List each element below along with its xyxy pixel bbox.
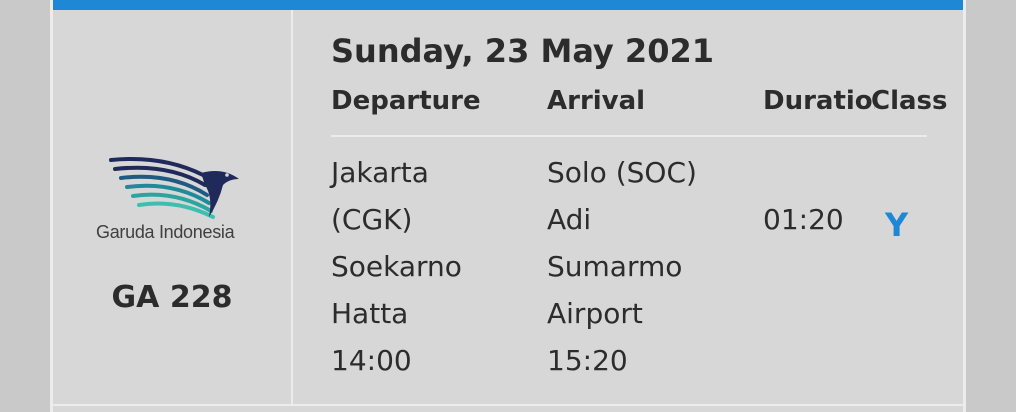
airline-column: Garuda Indonesia GA 228 [53, 10, 293, 404]
arrival-airport-line-3: Airport [547, 297, 643, 330]
departure-city: Jakarta [331, 156, 429, 189]
header-departure: Departure [331, 86, 481, 116]
departure-code: (CGK) [331, 203, 413, 236]
departure-airport-line-1: Soekarno [331, 250, 462, 283]
airline-logo-text: Garuda Indonesia [96, 222, 235, 242]
card-bottom-divider [53, 404, 963, 406]
header-divider [331, 135, 927, 137]
travel-class: Y [885, 206, 909, 244]
arrival-airport-line-1: Adi [547, 203, 592, 236]
header-duration: Duration [763, 86, 875, 116]
card-top-accent-bar [53, 0, 963, 10]
arrival-time: 15:20 [547, 344, 628, 377]
arrival-city: Solo (SOC) [547, 156, 697, 189]
header-arrival: Arrival [547, 86, 646, 116]
departure-airport-line-2: Hatta [331, 297, 409, 330]
flight-card: Garuda Indonesia GA 228 Sunday, 23 May 2… [50, 0, 966, 412]
departure-time: 14:00 [331, 344, 412, 377]
header-class: Class [871, 86, 948, 116]
flight-duration: 01:20 [763, 203, 844, 236]
flight-number: GA 228 [111, 280, 233, 315]
flight-date: Sunday, 23 May 2021 [331, 32, 714, 70]
arrival-airport-line-2: Sumarmo [547, 250, 683, 283]
